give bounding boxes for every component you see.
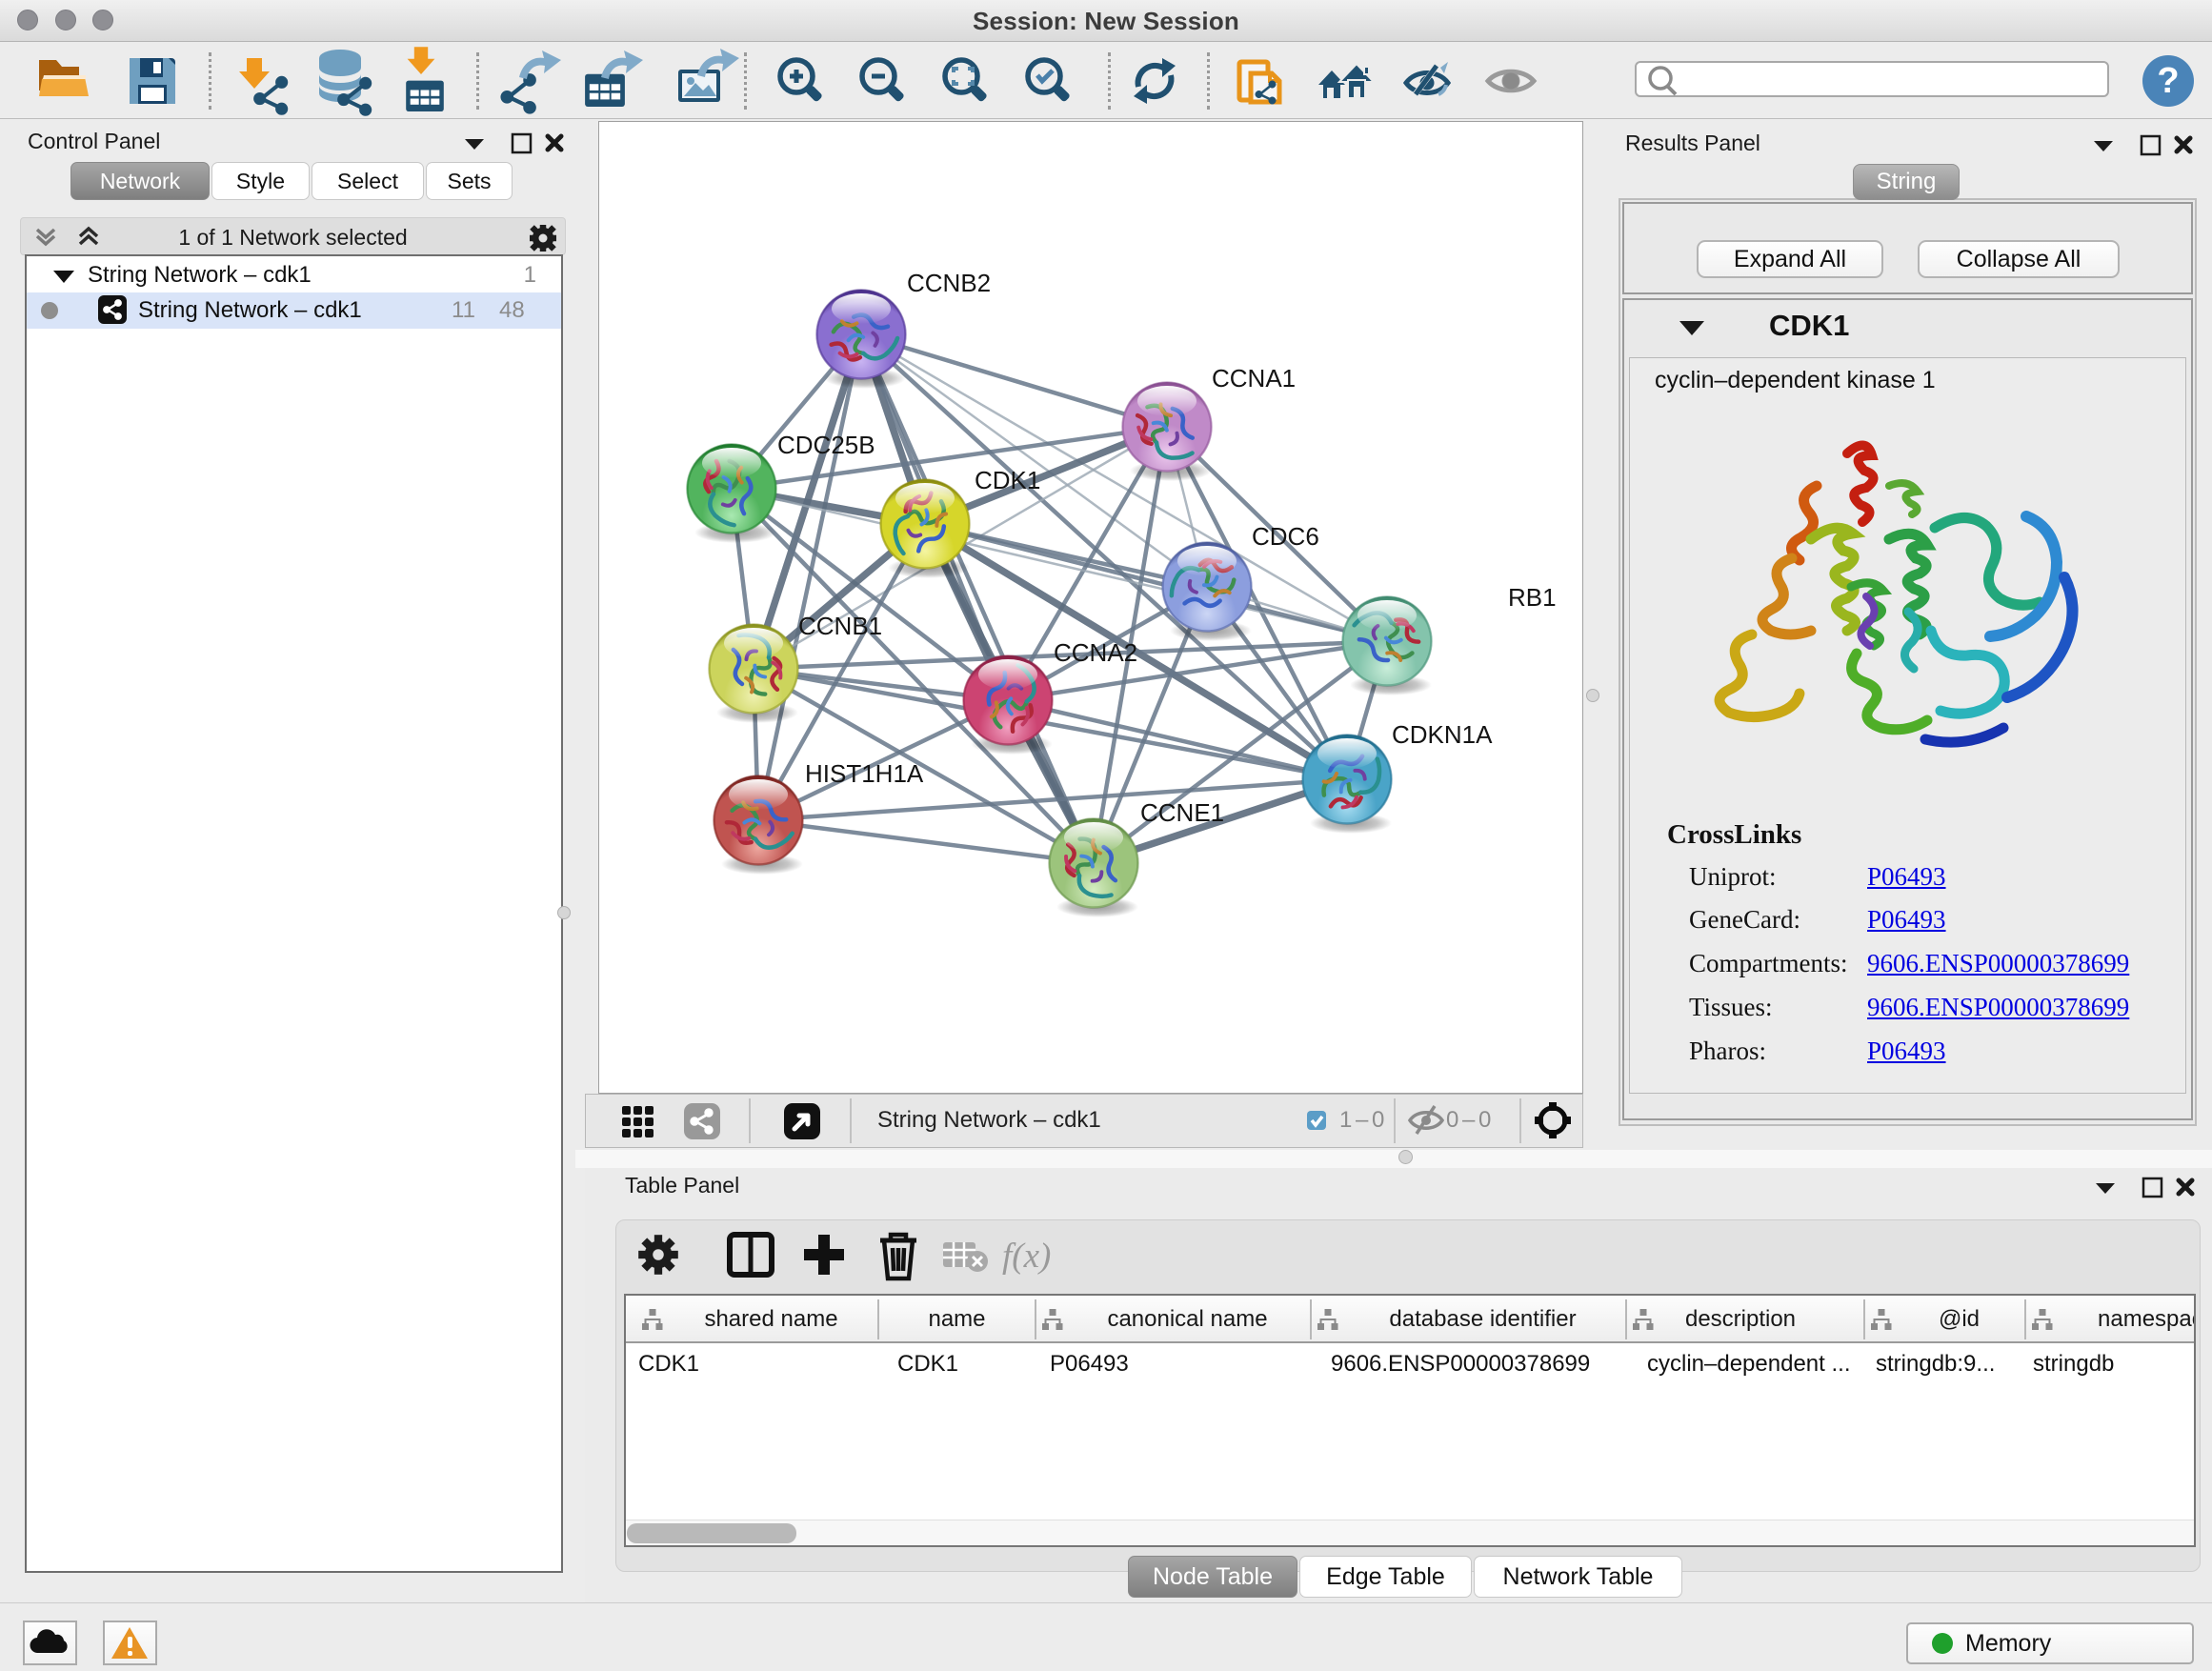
svg-text:CDC25B: CDC25B: [777, 431, 875, 459]
svg-text:RB1: RB1: [1508, 583, 1557, 612]
svg-text:CDKN1A: CDKN1A: [1392, 720, 1493, 749]
svg-text:CCNB1: CCNB1: [798, 612, 882, 640]
svg-text:HIST1H1A: HIST1H1A: [805, 759, 924, 788]
svg-text:?: ?: [2157, 61, 2179, 101]
svg-text:CCNA2: CCNA2: [1054, 638, 1137, 667]
svg-text:CCNB2: CCNB2: [907, 269, 991, 297]
svg-text:f(x): f(x): [1002, 1237, 1051, 1276]
svg-text:CCNA1: CCNA1: [1212, 364, 1296, 393]
svg-text:CCNE1: CCNE1: [1140, 798, 1224, 827]
svg-text:CDK1: CDK1: [975, 466, 1040, 494]
svg-text:CDC6: CDC6: [1252, 522, 1319, 551]
